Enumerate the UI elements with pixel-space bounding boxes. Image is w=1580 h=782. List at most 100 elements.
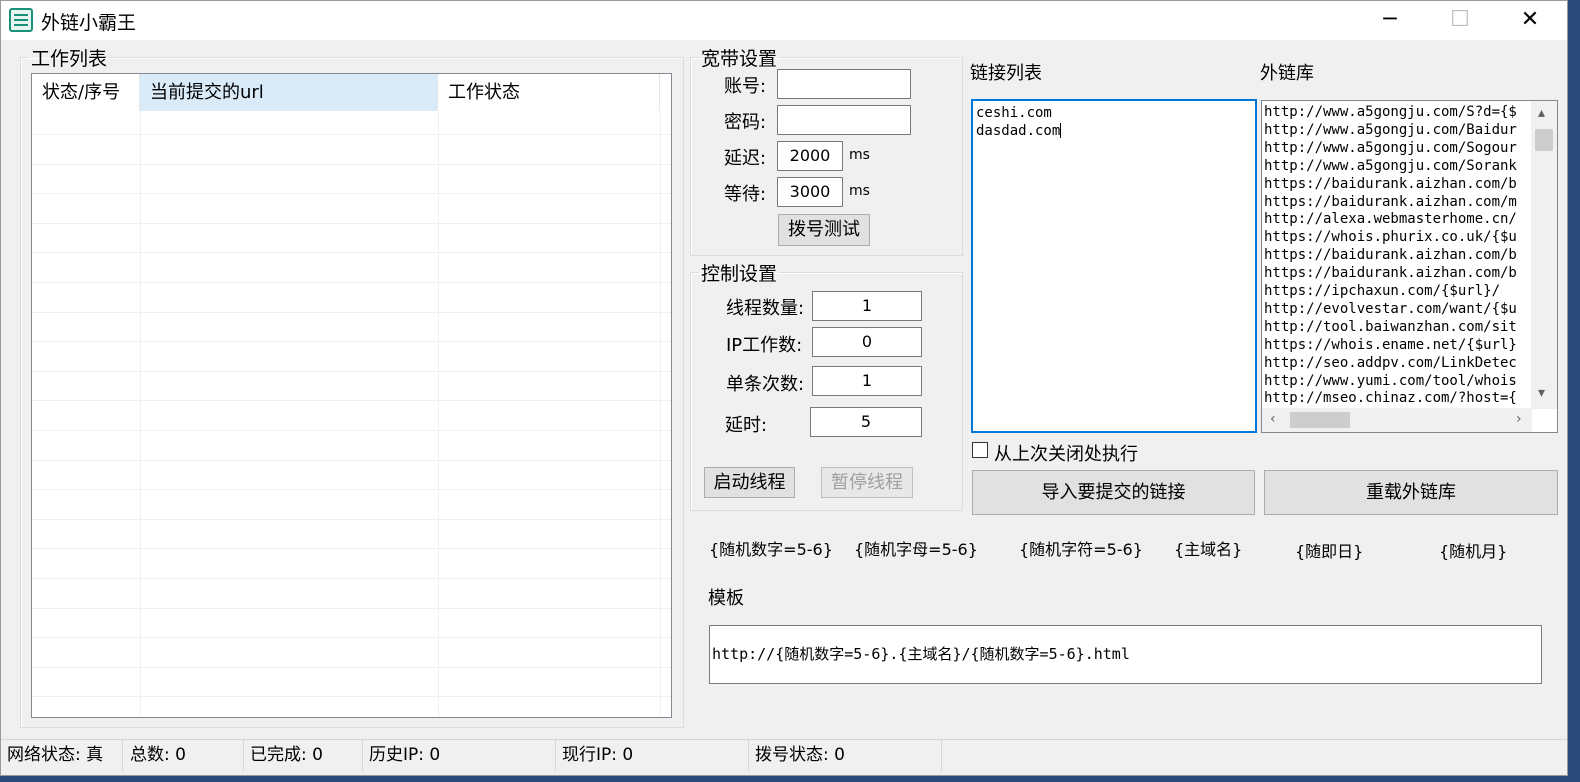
external-library-item[interactable]: https://baidurank.aizhan.com/m <box>1264 193 1532 211</box>
grid-row-line <box>32 341 671 343</box>
external-library-title: 外链库 <box>1260 63 1314 84</box>
external-library-item[interactable]: http://www.a5gongju.com/Sogour <box>1264 139 1532 157</box>
status-current-ip: 现行IP: 0 <box>556 739 749 771</box>
grid-row-line <box>32 282 671 283</box>
column-header-status[interactable]: 状态/序号 <box>32 74 140 111</box>
reload-external-library-button[interactable]: 重载外链库 <box>1264 470 1558 515</box>
vertical-scroll-thumb[interactable] <box>1535 129 1553 151</box>
start-threads-button[interactable]: 启动线程 <box>704 467 795 498</box>
wait-label: 等待: <box>724 184 767 205</box>
timeout-input[interactable]: 5 <box>810 407 922 437</box>
grid-column-divider <box>438 111 439 717</box>
token-random-day[interactable]: {随即日} <box>1295 538 1363 562</box>
scroll-up-icon[interactable]: ▴ <box>1538 105 1545 121</box>
grid-row-line <box>32 163 671 165</box>
link-list-line-text: dasdad.com <box>976 123 1061 139</box>
grid-row-line <box>32 400 671 402</box>
external-library-item[interactable]: http://www.a5gongju.com/Sorank <box>1264 157 1532 175</box>
token-random-month[interactable]: {随机月} <box>1439 538 1507 562</box>
work-list-title: 工作列表 <box>31 48 108 70</box>
minimize-button[interactable]: ─ <box>1355 1 1425 40</box>
password-input[interactable] <box>777 105 911 135</box>
status-history-ip: 历史IP: 0 <box>363 739 556 771</box>
template-label: 模板 <box>708 588 744 609</box>
token-main-domain[interactable]: {主域名} <box>1174 536 1242 560</box>
delay-unit: ms <box>849 147 870 163</box>
grid-column-divider <box>660 111 661 717</box>
external-library-item[interactable]: http://seo.addpv.com/LinkDetec <box>1264 354 1532 372</box>
pause-threads-button[interactable]: 暂停线程 <box>821 467 913 498</box>
ip-work-label: IP工作数: <box>726 335 803 356</box>
grid-row-line <box>32 696 671 698</box>
template-input[interactable]: http://{随机数字=5-6}.{主域名}/{随机数字=5-6}.html <box>709 625 1542 684</box>
maximize-button[interactable]: ☐ <box>1425 1 1495 40</box>
external-library-item[interactable]: http://mseo.chinaz.com/?host={ <box>1264 389 1532 407</box>
external-library-item[interactable]: http://www.yumi.com/tool/whois <box>1264 372 1532 390</box>
control-settings-title: 控制设置 <box>701 263 778 285</box>
text-caret <box>1060 123 1062 138</box>
grid-row-line <box>32 666 671 668</box>
app-logo-icon <box>9 8 33 32</box>
ip-work-input[interactable]: 0 <box>812 327 922 357</box>
delay-input[interactable]: 2000 <box>777 141 843 171</box>
grid-row-line <box>32 193 671 195</box>
broadband-settings-title: 宽带设置 <box>701 48 778 70</box>
external-library-item[interactable]: https://baidurank.aizhan.com/b <box>1264 175 1532 193</box>
token-random-chars[interactable]: {随机字符=5-6} <box>1019 536 1143 560</box>
scroll-right-icon[interactable]: › <box>1516 411 1522 427</box>
column-header-work-status[interactable]: 工作状态 <box>438 74 660 111</box>
external-library-item[interactable]: http://www.a5gongju.com/S?d={$ <box>1264 103 1532 121</box>
horizontal-scrollbar[interactable]: ‹ › <box>1262 408 1532 432</box>
wait-input[interactable]: 3000 <box>777 177 843 207</box>
grid-row-line <box>32 222 671 224</box>
grid-row-line <box>32 607 671 609</box>
status-dial: 拨号状态: 0 <box>749 739 942 771</box>
title-bar: 外链小霸王 ─ ☐ ✕ <box>1 1 1567 40</box>
external-library-item[interactable]: http://alexa.webmasterhome.cn/ <box>1264 210 1532 228</box>
link-list-line: dasdad.com <box>976 122 1252 140</box>
token-random-digits[interactable]: {随机数字=5-6} <box>709 536 833 560</box>
external-library-item[interactable]: https://whois.phurix.co.uk/{$u <box>1264 228 1532 246</box>
external-library-item[interactable]: http://evolvestar.com/want/{$u <box>1264 300 1532 318</box>
grid-row-line <box>32 518 671 520</box>
work-list-table[interactable]: 状态/序号 当前提交的url 工作状态 <box>31 73 672 718</box>
delay-label: 延迟: <box>724 148 767 169</box>
grid-row-line <box>32 252 671 254</box>
grid-row-line <box>32 311 671 313</box>
external-library-item[interactable]: http://www.a5gongju.com/Baidur <box>1264 121 1532 139</box>
window-title: 外链小霸王 <box>41 12 137 34</box>
external-library-item[interactable]: https://baidurank.aizhan.com/b <box>1264 264 1532 282</box>
grid-row-line <box>32 489 671 491</box>
grid-row-line <box>32 459 671 461</box>
vertical-scrollbar[interactable]: ▴ ▾ <box>1531 101 1557 409</box>
external-library-item[interactable]: http://tool.baiwanzhan.com/sit <box>1264 318 1532 336</box>
column-header-url[interactable]: 当前提交的url <box>140 74 438 111</box>
timeout-label: 延时: <box>725 415 768 436</box>
status-network: 网络状态: 真 <box>1 739 123 771</box>
close-button[interactable]: ✕ <box>1495 1 1565 40</box>
external-library-list[interactable]: http://www.a5gongju.com/S?d={$ http://www… <box>1261 100 1558 433</box>
scroll-down-icon[interactable]: ▾ <box>1538 385 1545 401</box>
grid-column-divider <box>140 111 141 717</box>
link-list-title: 链接列表 <box>970 63 1042 84</box>
external-library-item[interactable]: https://baidurank.aizhan.com/b <box>1264 246 1532 264</box>
status-done: 已完成: 0 <box>244 739 363 771</box>
resume-checkbox[interactable] <box>972 442 988 458</box>
app-window: 外链小霸王 ─ ☐ ✕ 工作列表 状态/序号 当前提交的url 工作状态 宽带设… <box>0 0 1568 776</box>
single-count-input[interactable]: 1 <box>812 366 922 396</box>
token-random-letters[interactable]: {随机字母=5-6} <box>854 536 978 560</box>
scroll-left-icon[interactable]: ‹ <box>1270 411 1276 427</box>
external-library-item[interactable]: https://whois.ename.net/{$url} <box>1264 336 1532 354</box>
link-list-textarea[interactable]: ceshi.com dasdad.com <box>971 99 1257 433</box>
resume-checkbox-label[interactable]: 从上次关闭处执行 <box>994 440 1138 466</box>
grid-row-line <box>32 578 671 579</box>
status-total: 总数: 0 <box>124 739 244 771</box>
dial-test-button[interactable]: 拨号测试 <box>778 214 870 246</box>
grid-row-line <box>32 430 671 431</box>
grid-row-line <box>32 370 671 372</box>
external-library-item[interactable]: https://ipchaxun.com/{$url}/ <box>1264 282 1532 300</box>
import-links-button[interactable]: 导入要提交的链接 <box>972 470 1255 515</box>
account-input[interactable] <box>777 69 911 99</box>
horizontal-scroll-thumb[interactable] <box>1290 412 1350 428</box>
threads-input[interactable]: 1 <box>812 291 922 321</box>
